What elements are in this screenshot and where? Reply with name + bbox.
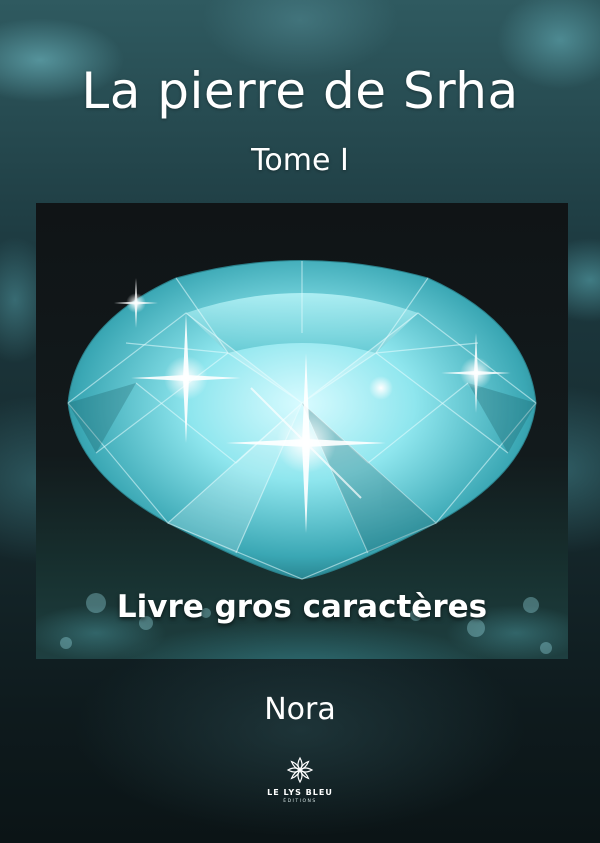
edition-note: Livre gros caractères (116, 589, 488, 625)
publisher-name: LE LYS BLEU (267, 788, 333, 797)
author-name: Nora (264, 692, 336, 727)
publisher-subtitle: ÉDITIONS (283, 799, 317, 804)
volume-label: Tome I (251, 143, 349, 178)
book-cover: La pierre de Srha Tome I Livre gros cara… (0, 0, 600, 843)
lily-flower-icon (286, 756, 314, 784)
cover-illustration: Livre gros caractères (36, 203, 568, 659)
book-title: La pierre de Srha (81, 62, 519, 120)
publisher-logo: LE LYS BLEU ÉDITIONS (250, 755, 350, 825)
